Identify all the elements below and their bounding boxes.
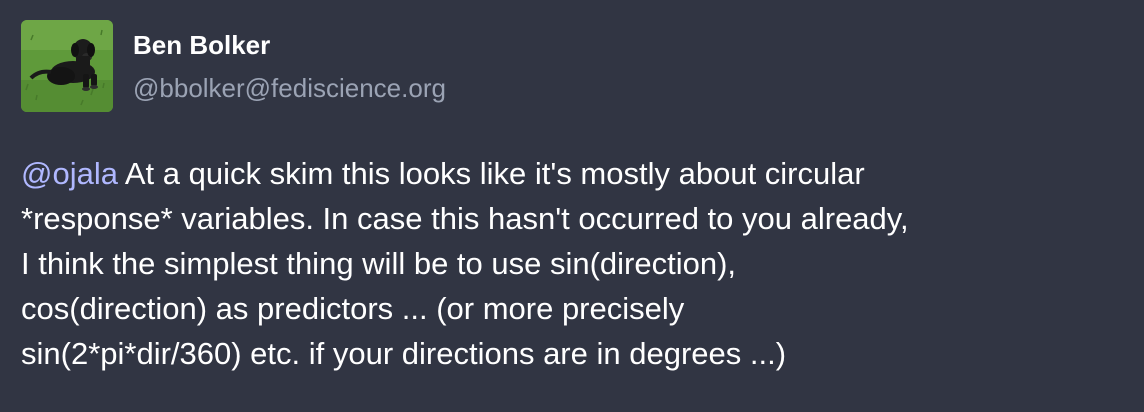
post-line-3: I think the simplest thing will be to us… (21, 246, 737, 281)
post-line-1: @ojala At a quick skim this looks like i… (21, 151, 1131, 196)
post-line-2: *response* variables. In case this hasn'… (21, 201, 909, 236)
post-card: Ben Bolker @bbolker@fediscience.org @oja… (0, 0, 1144, 412)
post-line-5: sin(2*pi*dir/360) etc. if your direction… (21, 336, 787, 371)
author-avatar[interactable] (21, 20, 113, 112)
post-content: @ojala At a quick skim this looks like i… (21, 151, 1131, 376)
mention-link[interactable]: @ojala (21, 156, 118, 191)
post-line-4: cos(direction) as predictors ... (or mor… (21, 291, 685, 326)
post-line-1-text: At a quick skim this looks like it's mos… (117, 156, 865, 191)
dog-photo-avatar-icon (21, 20, 113, 112)
author-display-name[interactable]: Ben Bolker (133, 29, 270, 61)
author-handle[interactable]: @bbolker@fediscience.org (133, 72, 446, 104)
